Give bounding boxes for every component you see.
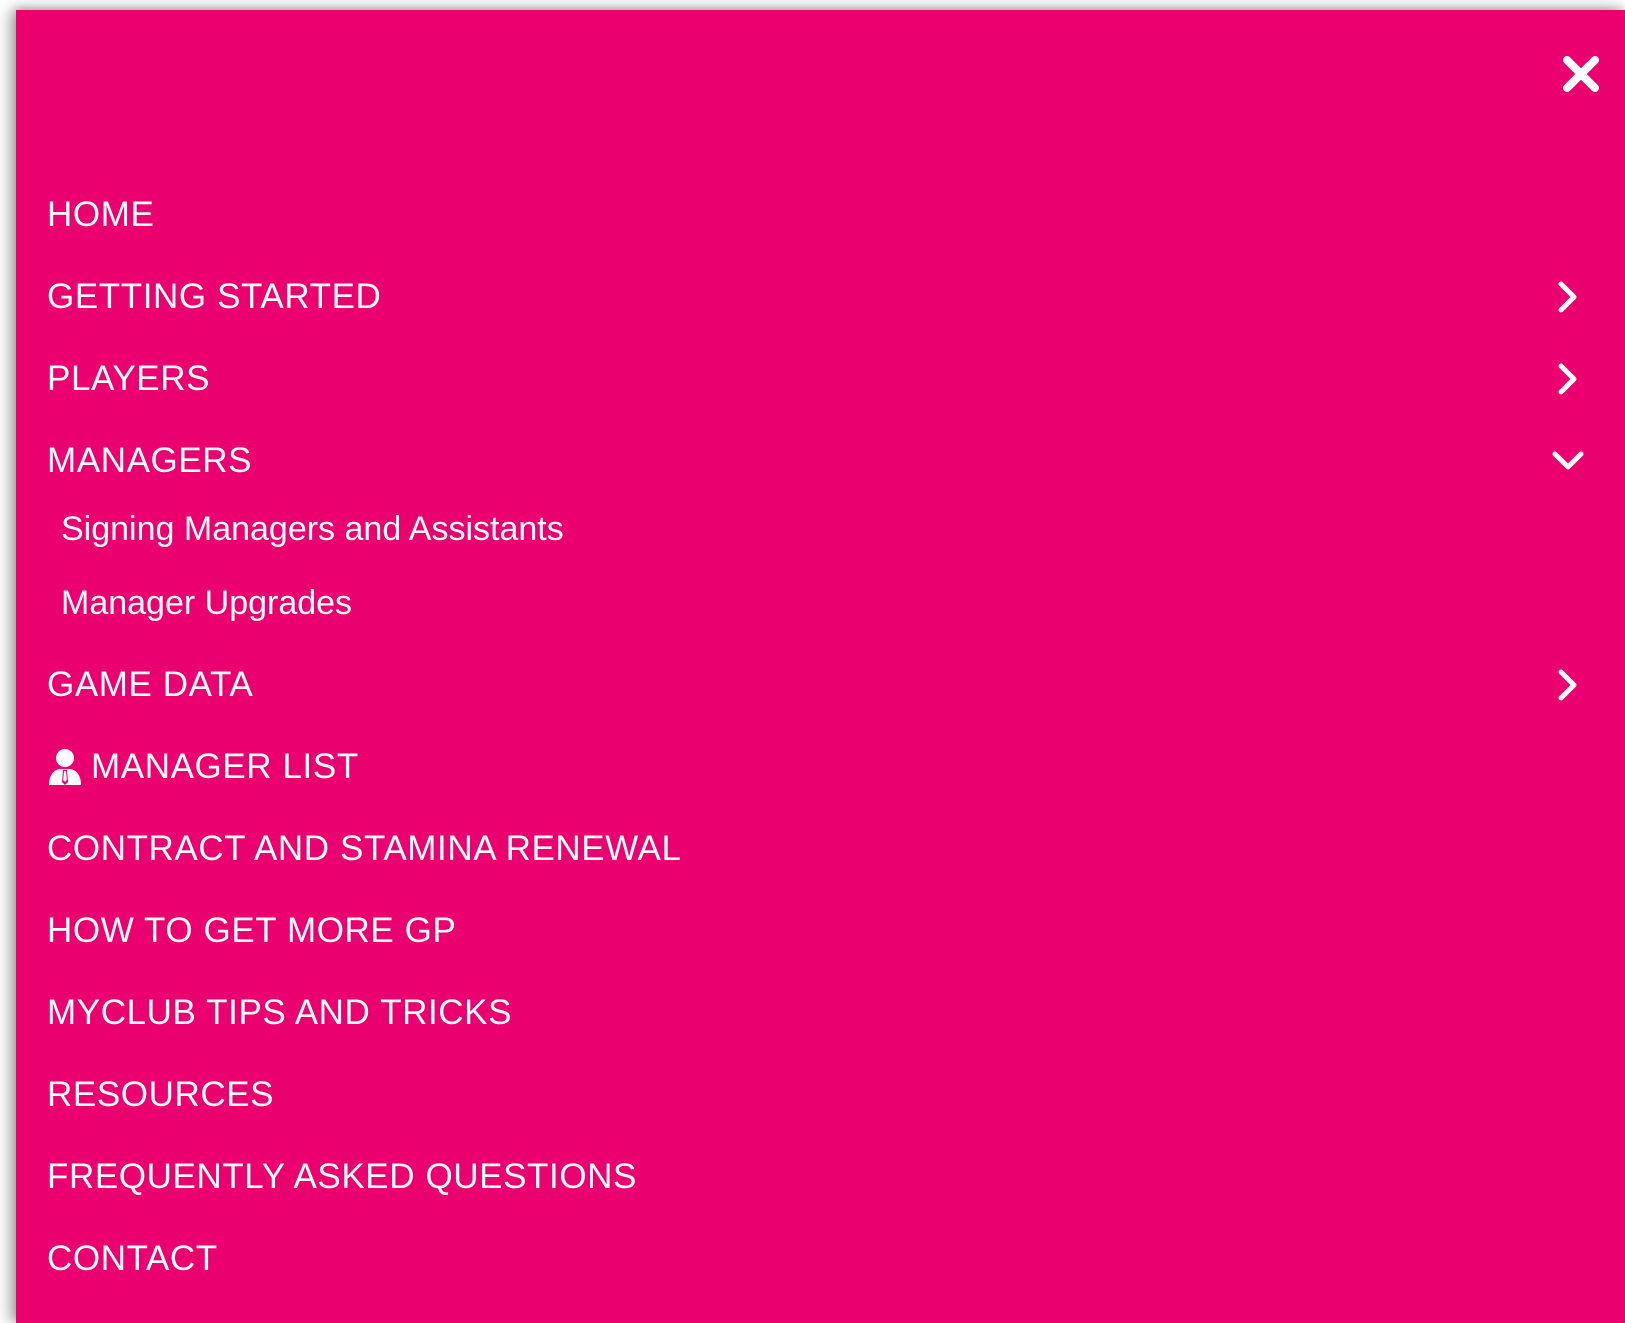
menu-item-label: RESOURCES	[47, 1075, 275, 1114]
menu-item-getting-started[interactable]: GETTING STARTED	[16, 256, 1625, 338]
menu-item-label: CONTRACT AND STAMINA RENEWAL	[47, 829, 682, 868]
submenu-item-label: Signing Managers and Assistants	[61, 509, 564, 548]
menu-item-more-gp[interactable]: HOW TO GET MORE GP	[16, 890, 1625, 972]
chevron-right-icon[interactable]	[1551, 280, 1585, 314]
menu-item-myclub-tips[interactable]: MYCLUB TIPS AND TRICKS	[16, 972, 1625, 1054]
menu-item-home[interactable]: HOME	[16, 174, 1625, 256]
submenu-item-signing-managers[interactable]: Signing Managers and Assistants	[16, 492, 1625, 566]
chevron-right-icon[interactable]	[1551, 362, 1585, 396]
menu-item-label: MYCLUB TIPS AND TRICKS	[47, 993, 513, 1032]
menu-item-label: GETTING STARTED	[47, 277, 382, 316]
menu-item-label: HOW TO GET MORE GP	[47, 911, 457, 950]
menu-item-contract-stamina[interactable]: CONTRACT AND STAMINA RENEWAL	[16, 808, 1625, 890]
menu-item-label: CONTACT	[47, 1239, 218, 1278]
close-icon	[1563, 56, 1599, 92]
menu-item-label: MANAGERS	[47, 441, 253, 480]
mobile-menu-panel: HOME GETTING STARTED PLAYERS MANAGERS Si…	[16, 10, 1625, 1323]
menu-item-resources[interactable]: RESOURCES	[16, 1054, 1625, 1136]
chevron-down-icon[interactable]	[1551, 444, 1585, 478]
menu-item-players[interactable]: PLAYERS	[16, 338, 1625, 420]
menu-item-label: MANAGER LIST	[91, 747, 359, 786]
close-button[interactable]	[1557, 50, 1605, 98]
menu-item-label: FREQUENTLY ASKED QUESTIONS	[47, 1157, 637, 1196]
menu-item-contact[interactable]: CONTACT	[16, 1218, 1625, 1300]
submenu-item-label: Manager Upgrades	[61, 583, 353, 622]
menu-item-manager-list[interactable]: MANAGER LIST	[16, 726, 1625, 808]
menu-item-label: PLAYERS	[47, 359, 211, 398]
chevron-right-icon[interactable]	[1551, 668, 1585, 702]
nav-menu: HOME GETTING STARTED PLAYERS MANAGERS Si…	[16, 174, 1625, 1300]
submenu-item-manager-upgrades[interactable]: Manager Upgrades	[16, 566, 1625, 640]
menu-item-label: GAME DATA	[47, 665, 254, 704]
menu-item-faq[interactable]: FREQUENTLY ASKED QUESTIONS	[16, 1136, 1625, 1218]
manager-person-icon	[47, 747, 83, 787]
menu-item-game-data[interactable]: GAME DATA	[16, 644, 1625, 726]
menu-item-managers[interactable]: MANAGERS	[16, 420, 1625, 502]
menu-item-label: HOME	[47, 195, 155, 234]
